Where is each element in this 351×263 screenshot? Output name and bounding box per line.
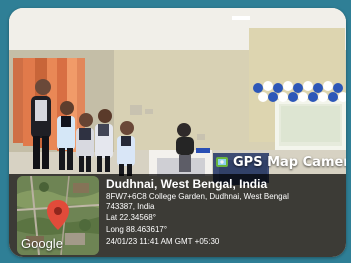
event-photo: GPS Map Camera Google Dudhnai, West Beng… [9,8,346,257]
location-title: Dudhnai, West Bengal, India [106,177,268,191]
gps-info: Dudhnai, West Bengal, India 8FW7+6C8 Col… [106,177,342,248]
longitude: Long 88.463617° [106,225,168,234]
gps-brand-label: GPS Map Camera [233,154,346,170]
timestamp: 24/01/23 11:41 AM GMT +05:30 [106,237,220,246]
address-line-1: 8FW7+6C8 College Garden, Dudhnai, West B… [106,192,289,201]
gps-brand-header: GPS Map Camera [215,152,346,172]
gps-camera-icon [215,155,229,169]
gps-stamp-overlay: Google Dudhnai, West Bengal, India 8FW7+… [9,174,346,257]
google-label: Google [21,236,63,251]
latitude: Lat 22.34568° [106,213,156,222]
address-line-2: 743387, India [106,202,155,211]
photo-frame: GPS Map Camera Google Dudhnai, West Beng… [0,0,351,263]
map-thumbnail: Google [17,176,99,255]
